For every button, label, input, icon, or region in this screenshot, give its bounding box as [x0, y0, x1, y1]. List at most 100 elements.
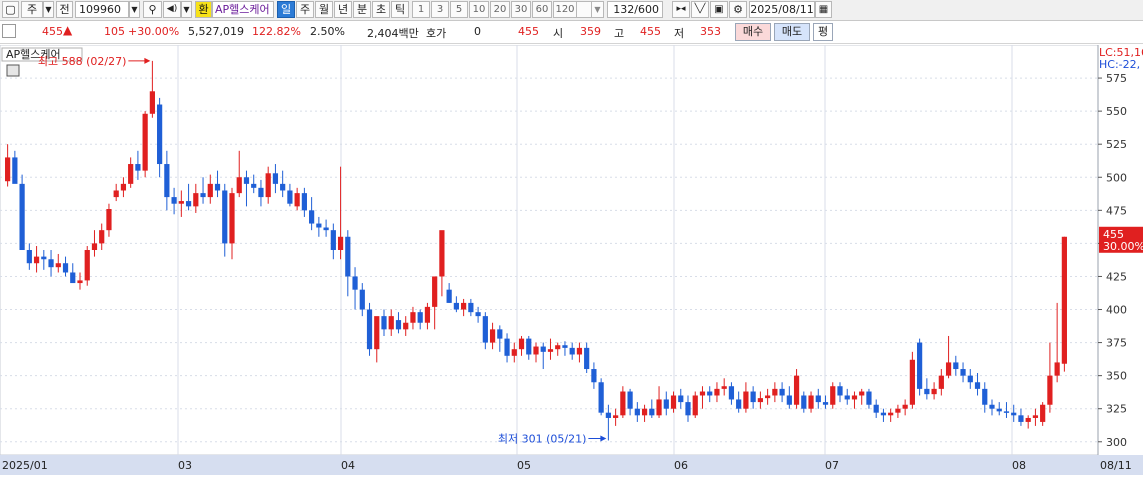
calendar-icon[interactable]: ▦ [815, 1, 832, 18]
stock-name-field[interactable]: AP헬스케어 [212, 1, 274, 18]
candle-body [931, 388, 937, 395]
sell-button[interactable]: 매도 [774, 23, 810, 41]
period-button-4[interactable]: 20 [490, 1, 510, 18]
count-value: 132 [613, 3, 635, 16]
candle-body [200, 193, 206, 198]
stock-name: AP헬스케어 [215, 3, 270, 16]
candle-body [222, 190, 228, 244]
y-tick-label: 550 [1106, 105, 1127, 118]
market-select[interactable]: 주 [21, 1, 43, 18]
toolbar: ▢ 주 ▼ 전 109960 ▼ ⚲ ◀) ▼ 환 AP헬스케어 ▼ 132/6… [0, 0, 1143, 21]
gear-icon[interactable]: ⚙ [729, 1, 747, 18]
candle-body [663, 399, 669, 409]
period-button-0[interactable]: 1 [412, 1, 430, 18]
candle-body [750, 391, 756, 403]
candle-body [982, 388, 988, 405]
candle-body [895, 408, 901, 413]
candle-body [902, 404, 908, 409]
candle-body [171, 197, 177, 204]
code-dropdown-icon[interactable]: ▼ [129, 1, 140, 18]
candle-body [866, 391, 872, 405]
candle-body [366, 309, 373, 350]
candle-body [453, 302, 459, 310]
buy-button[interactable]: 매수 [735, 23, 771, 41]
candle-body [620, 391, 626, 416]
unit-button-2[interactable]: 월 [315, 1, 333, 18]
period-button-3[interactable]: 10 [469, 1, 489, 18]
code-input[interactable]: 109960 [75, 1, 129, 18]
eval-button[interactable]: 평 [813, 23, 833, 41]
speaker-icon[interactable]: ◀) [163, 1, 181, 18]
y-tick-label: 500 [1106, 171, 1127, 184]
hwan-badge[interactable]: 환 [195, 1, 212, 18]
candle-body [547, 349, 554, 352]
rate: 2.50% [310, 25, 345, 38]
period-button-6[interactable]: 60 [532, 1, 552, 18]
candle-body [786, 395, 792, 405]
quote-window-icon[interactable] [2, 24, 16, 38]
candle-body [1047, 375, 1053, 405]
candle-body [157, 104, 163, 165]
candle-body [917, 342, 923, 389]
candle-body [974, 382, 981, 389]
candle-body [511, 349, 517, 356]
candle-body [924, 388, 930, 395]
candle-body [518, 338, 525, 350]
x-tick-label: 04 [341, 459, 355, 472]
candle-body [251, 183, 257, 188]
candle-body [598, 382, 604, 413]
candle-body [352, 276, 358, 290]
line-tool-icon[interactable]: ╲╱ [691, 1, 709, 18]
candle-body [909, 359, 915, 405]
date-field[interactable]: 2025/08/11 [749, 1, 815, 18]
search-icon[interactable]: ⚲ [143, 1, 162, 18]
x-tick-label: 06 [674, 459, 688, 472]
candle-body [772, 388, 778, 396]
candle-body [533, 346, 539, 355]
x-tick-label: 05 [517, 459, 531, 472]
candle-body [526, 338, 532, 355]
candle-body [851, 395, 858, 400]
candle-body [417, 312, 423, 323]
period-button-1[interactable]: 3 [431, 1, 449, 18]
candle-body [214, 183, 221, 191]
candle-body [540, 346, 546, 352]
hoga-label: 호가 [426, 27, 447, 40]
candle-body [815, 395, 821, 403]
candle-body [736, 399, 742, 409]
period-button-2[interactable]: 5 [450, 1, 468, 18]
period-button-7[interactable]: 120 [553, 1, 577, 18]
unit-button-6[interactable]: 틱 [391, 1, 409, 18]
candle-body [301, 193, 307, 211]
hoga-value: 0 [474, 25, 481, 38]
candle-body [280, 183, 286, 191]
candle-body [1011, 412, 1017, 416]
candlestick-chart[interactable]: 300325350375400425450475500525550575 202… [0, 44, 1143, 475]
prev-button[interactable]: 전 [56, 1, 73, 18]
unit-button-3[interactable]: 년 [334, 1, 352, 18]
save-icon[interactable]: ▣ [710, 1, 728, 18]
count-field[interactable]: 132/600 [607, 1, 663, 18]
candle-body [272, 173, 279, 184]
change: 105 [104, 25, 125, 38]
market-dropdown-icon[interactable]: ▼ [43, 1, 54, 18]
candle-body [692, 395, 698, 416]
unit-button-1[interactable]: 주 [296, 1, 314, 18]
candle-body [178, 201, 184, 204]
legend-table-icon[interactable] [6, 64, 20, 77]
candle-body [649, 408, 655, 416]
compare-icon[interactable]: ▸◂ [672, 1, 690, 18]
candle-body [113, 190, 119, 198]
candle-body [106, 209, 112, 231]
unit-button-4[interactable]: 분 [353, 1, 371, 18]
unit-button-0[interactable]: 일 [277, 1, 295, 18]
candle-body [432, 276, 438, 307]
window-icon[interactable]: ▢ [2, 1, 19, 18]
period-button-5[interactable]: 30 [511, 1, 531, 18]
speaker-dropdown-icon[interactable]: ▼ [181, 1, 192, 18]
period-dropdown-icon[interactable]: ▼ [591, 1, 604, 18]
candle-body [5, 157, 11, 182]
candle-body [439, 230, 445, 277]
chart-area: 300325350375400425450475500525550575 202… [0, 44, 1143, 475]
unit-button-5[interactable]: 초 [372, 1, 390, 18]
